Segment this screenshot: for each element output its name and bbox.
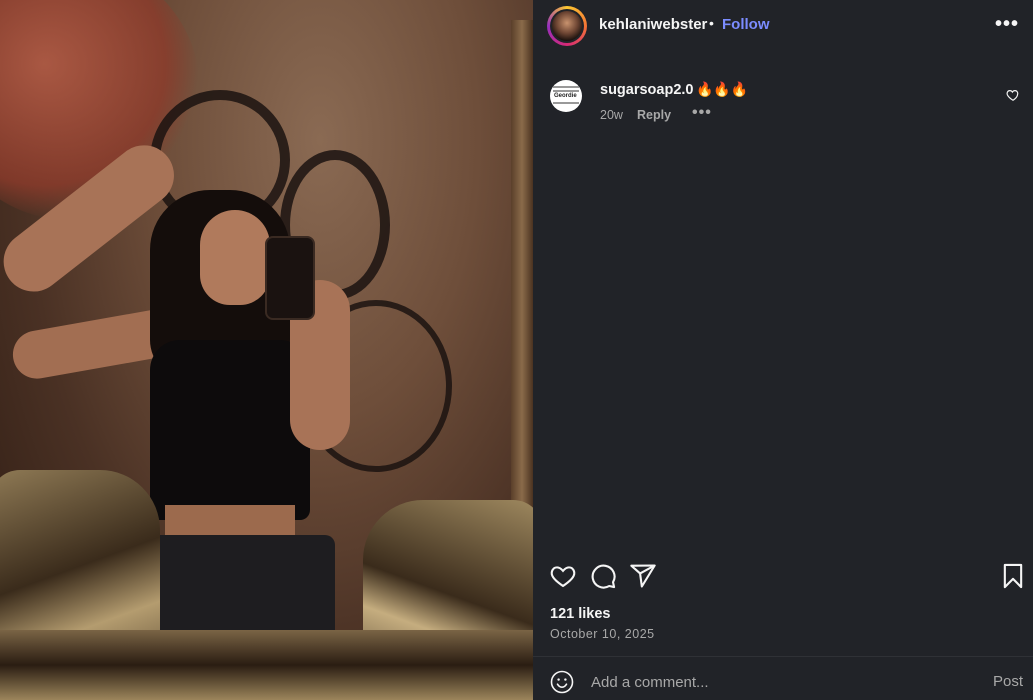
- comment-like-icon[interactable]: [1006, 88, 1020, 102]
- post-actions: [533, 562, 1033, 594]
- post-comment-button[interactable]: Post: [993, 673, 1023, 690]
- comment-age[interactable]: 20w: [600, 108, 623, 122]
- post-details-panel: kehlaniwebster • Follow ••• Geordie suga…: [533, 0, 1033, 700]
- author-avatar[interactable]: [547, 6, 587, 46]
- post-modal: kehlaniwebster • Follow ••• Geordie suga…: [0, 0, 1033, 700]
- bookmark-icon[interactable]: [999, 562, 1027, 590]
- comment-item: Geordie sugarsoap2.0 🔥🔥🔥 20w Reply •••: [550, 80, 1020, 140]
- person-top: [150, 340, 310, 520]
- comment-icon[interactable]: [589, 562, 617, 590]
- person-face: [200, 210, 270, 305]
- comment-text: 🔥🔥🔥: [696, 81, 749, 97]
- mirror-frame: [0, 630, 533, 700]
- post-header: kehlaniwebster • Follow •••: [533, 0, 1033, 52]
- phone: [265, 236, 315, 320]
- post-image[interactable]: [0, 0, 533, 700]
- likes-count[interactable]: 121 likes: [550, 606, 610, 622]
- commenter-avatar[interactable]: Geordie: [550, 80, 582, 112]
- more-options-icon[interactable]: •••: [995, 13, 1019, 36]
- post-date[interactable]: October 10, 2025: [550, 627, 655, 641]
- comment-composer: Post: [533, 657, 1033, 700]
- commenter-username[interactable]: sugarsoap2.0: [600, 82, 694, 98]
- emoji-icon[interactable]: [550, 670, 574, 694]
- share-icon[interactable]: [629, 562, 657, 590]
- door-frame: [511, 20, 533, 540]
- reply-button[interactable]: Reply: [637, 108, 671, 122]
- follow-button[interactable]: Follow: [722, 16, 770, 33]
- heart-icon[interactable]: [549, 562, 577, 590]
- separator-dot: •: [709, 15, 714, 31]
- comment-more-icon[interactable]: •••: [692, 104, 712, 122]
- avatar-text: Geordie: [554, 93, 577, 99]
- comment-input[interactable]: [589, 667, 973, 697]
- avatar-image: [552, 11, 582, 41]
- author-username[interactable]: kehlaniwebster: [599, 16, 707, 33]
